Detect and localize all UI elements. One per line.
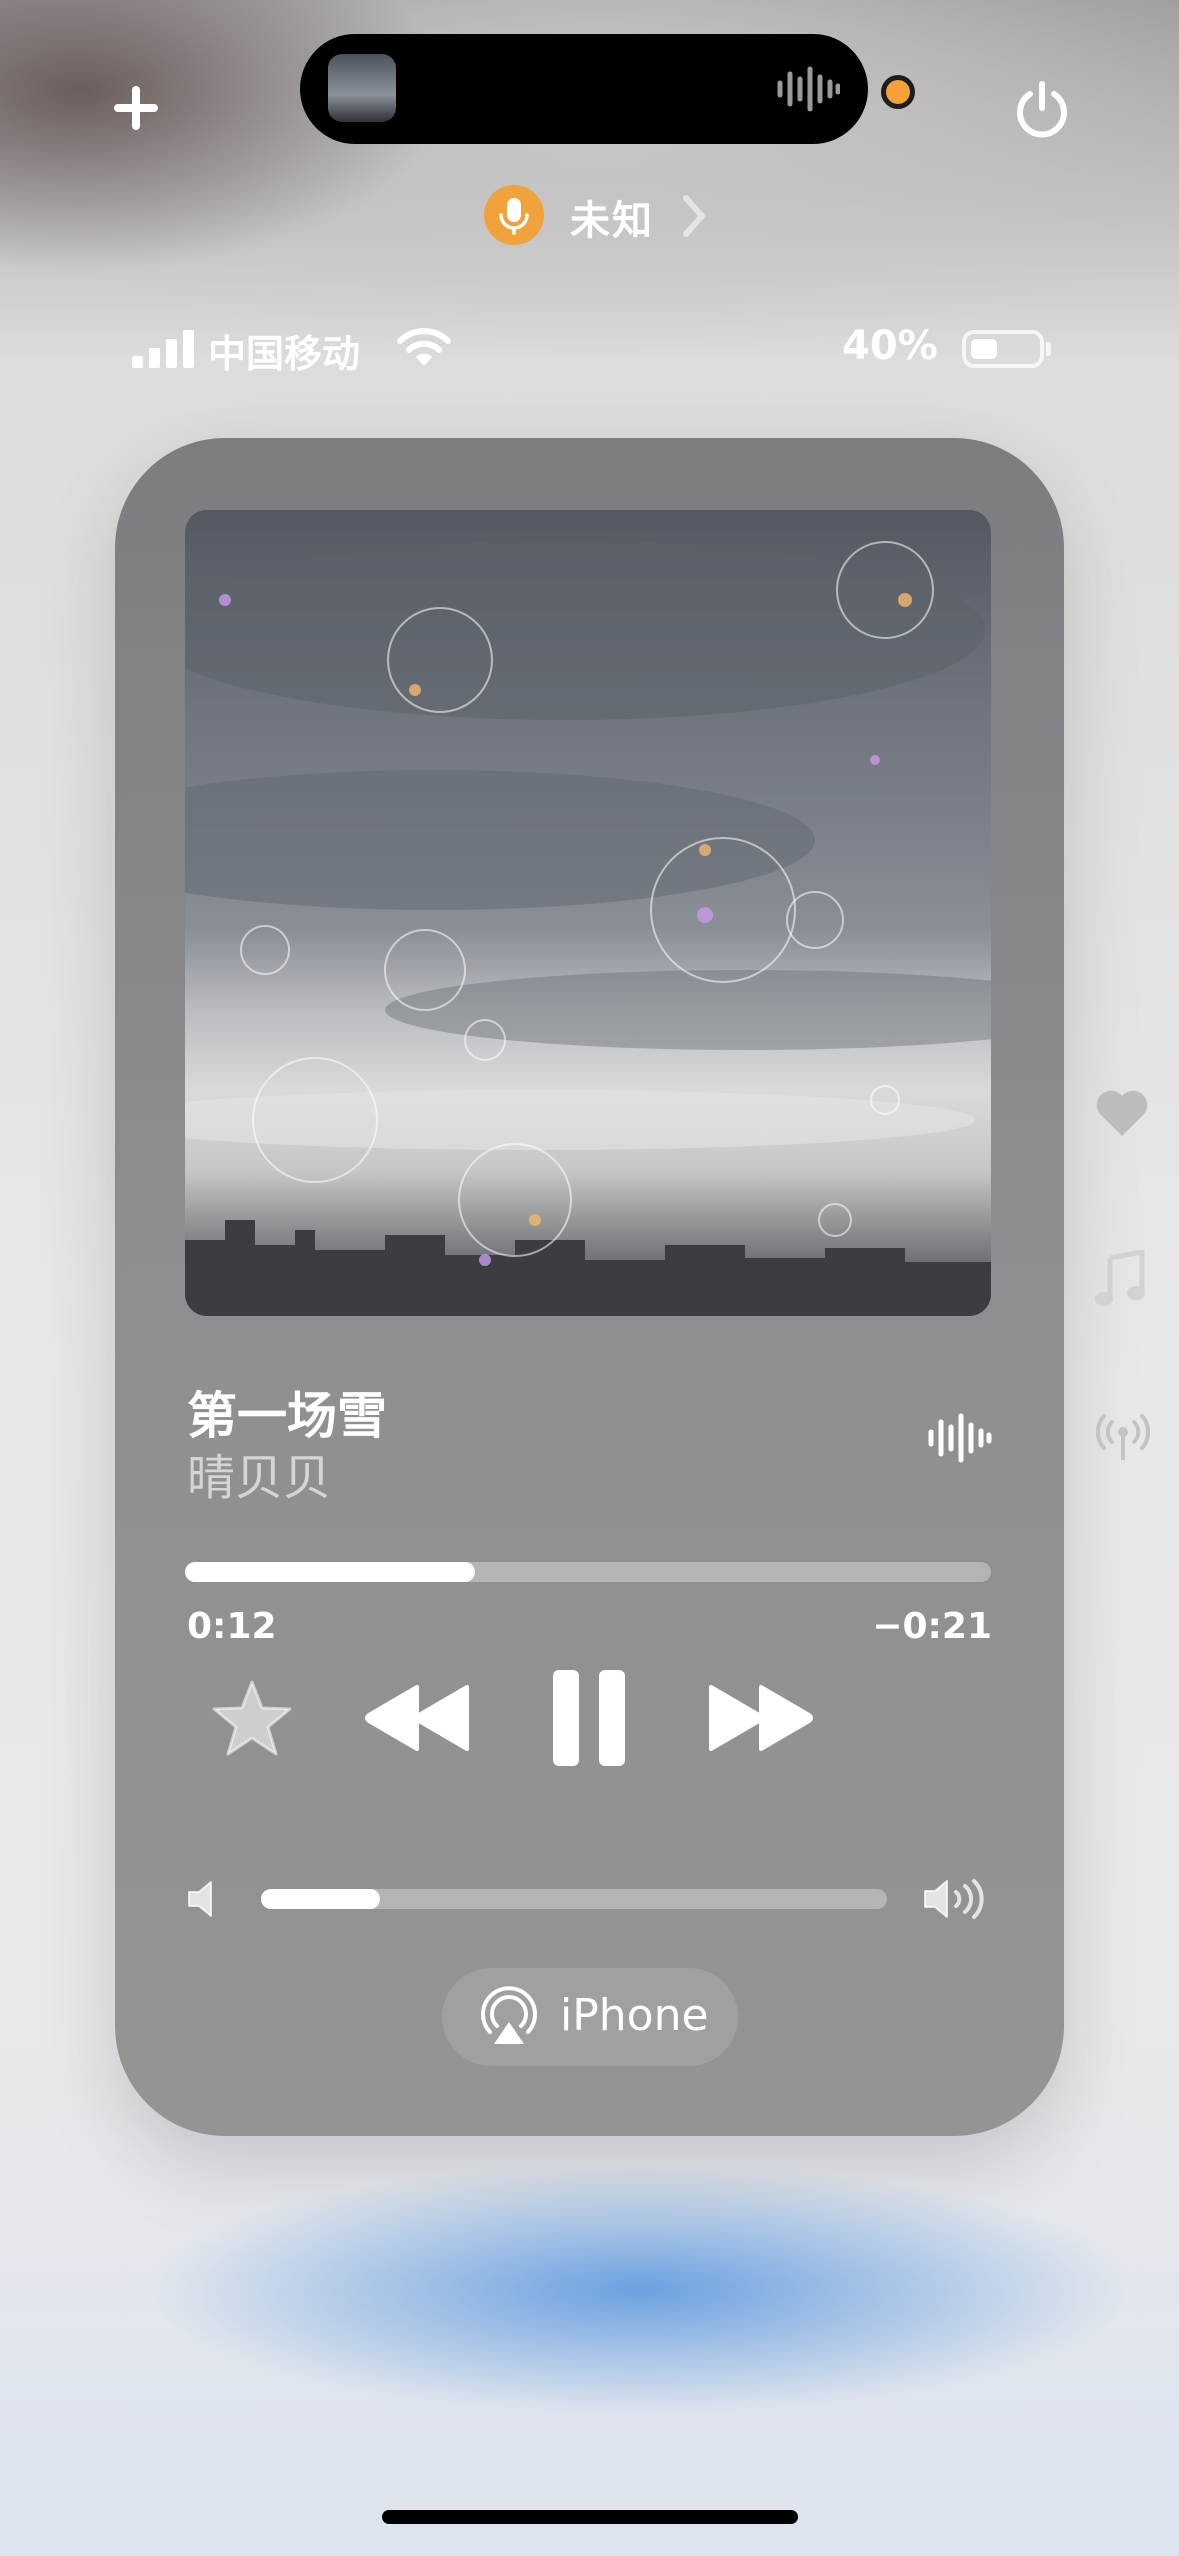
recording-indicator-dot (886, 80, 910, 104)
heart-icon[interactable] (1094, 1088, 1150, 1138)
output-device-label: iPhone (560, 1990, 709, 2041)
pause-icon[interactable] (549, 1668, 629, 1768)
carrier-name: 中国移动 (208, 332, 361, 376)
live-activity-artwork (328, 54, 396, 122)
speaker-low-icon[interactable] (187, 1880, 221, 1918)
waveform-icon[interactable] (927, 1413, 993, 1463)
broadcast-icon[interactable] (1094, 1414, 1152, 1464)
album-artwork[interactable] (185, 510, 991, 1316)
airplay-output-button[interactable]: iPhone (442, 1968, 738, 2066)
remaining-time: −0:21 (872, 1606, 992, 1647)
volume-slider[interactable] (261, 1889, 887, 1909)
waveform-icon (777, 66, 840, 112)
battery-level-fill (971, 339, 997, 359)
battery-percentage: 40% (842, 323, 938, 369)
audio-source-label[interactable]: 未知 (570, 188, 654, 246)
power-button[interactable] (1012, 80, 1072, 140)
add-button[interactable] (112, 84, 160, 132)
dynamic-island[interactable] (300, 34, 868, 144)
cellular-signal-icon (132, 330, 194, 368)
microphone-icon[interactable] (484, 185, 544, 245)
star-icon[interactable] (210, 1676, 294, 1760)
airplay-icon (481, 1986, 537, 2044)
fast-forward-icon[interactable] (705, 1683, 815, 1753)
speaker-high-icon[interactable] (923, 1878, 987, 1920)
playback-progress-bar[interactable] (185, 1562, 991, 1582)
elapsed-time: 0:12 (187, 1606, 277, 1647)
music-note-icon[interactable] (1094, 1250, 1146, 1308)
now-playing-card: 第一场雪 晴贝贝 0:12 −0:21 iPhone (115, 438, 1064, 2136)
track-artist: 晴贝贝 (187, 1450, 332, 1506)
rewind-icon[interactable] (363, 1683, 473, 1753)
home-indicator[interactable] (382, 2510, 798, 2524)
battery-tip (1046, 342, 1051, 356)
playback-progress-fill (185, 1562, 476, 1582)
battery-icon (962, 330, 1044, 368)
chevron-right-icon[interactable] (680, 194, 708, 238)
volume-fill (261, 1889, 380, 1909)
wifi-icon (397, 328, 451, 366)
